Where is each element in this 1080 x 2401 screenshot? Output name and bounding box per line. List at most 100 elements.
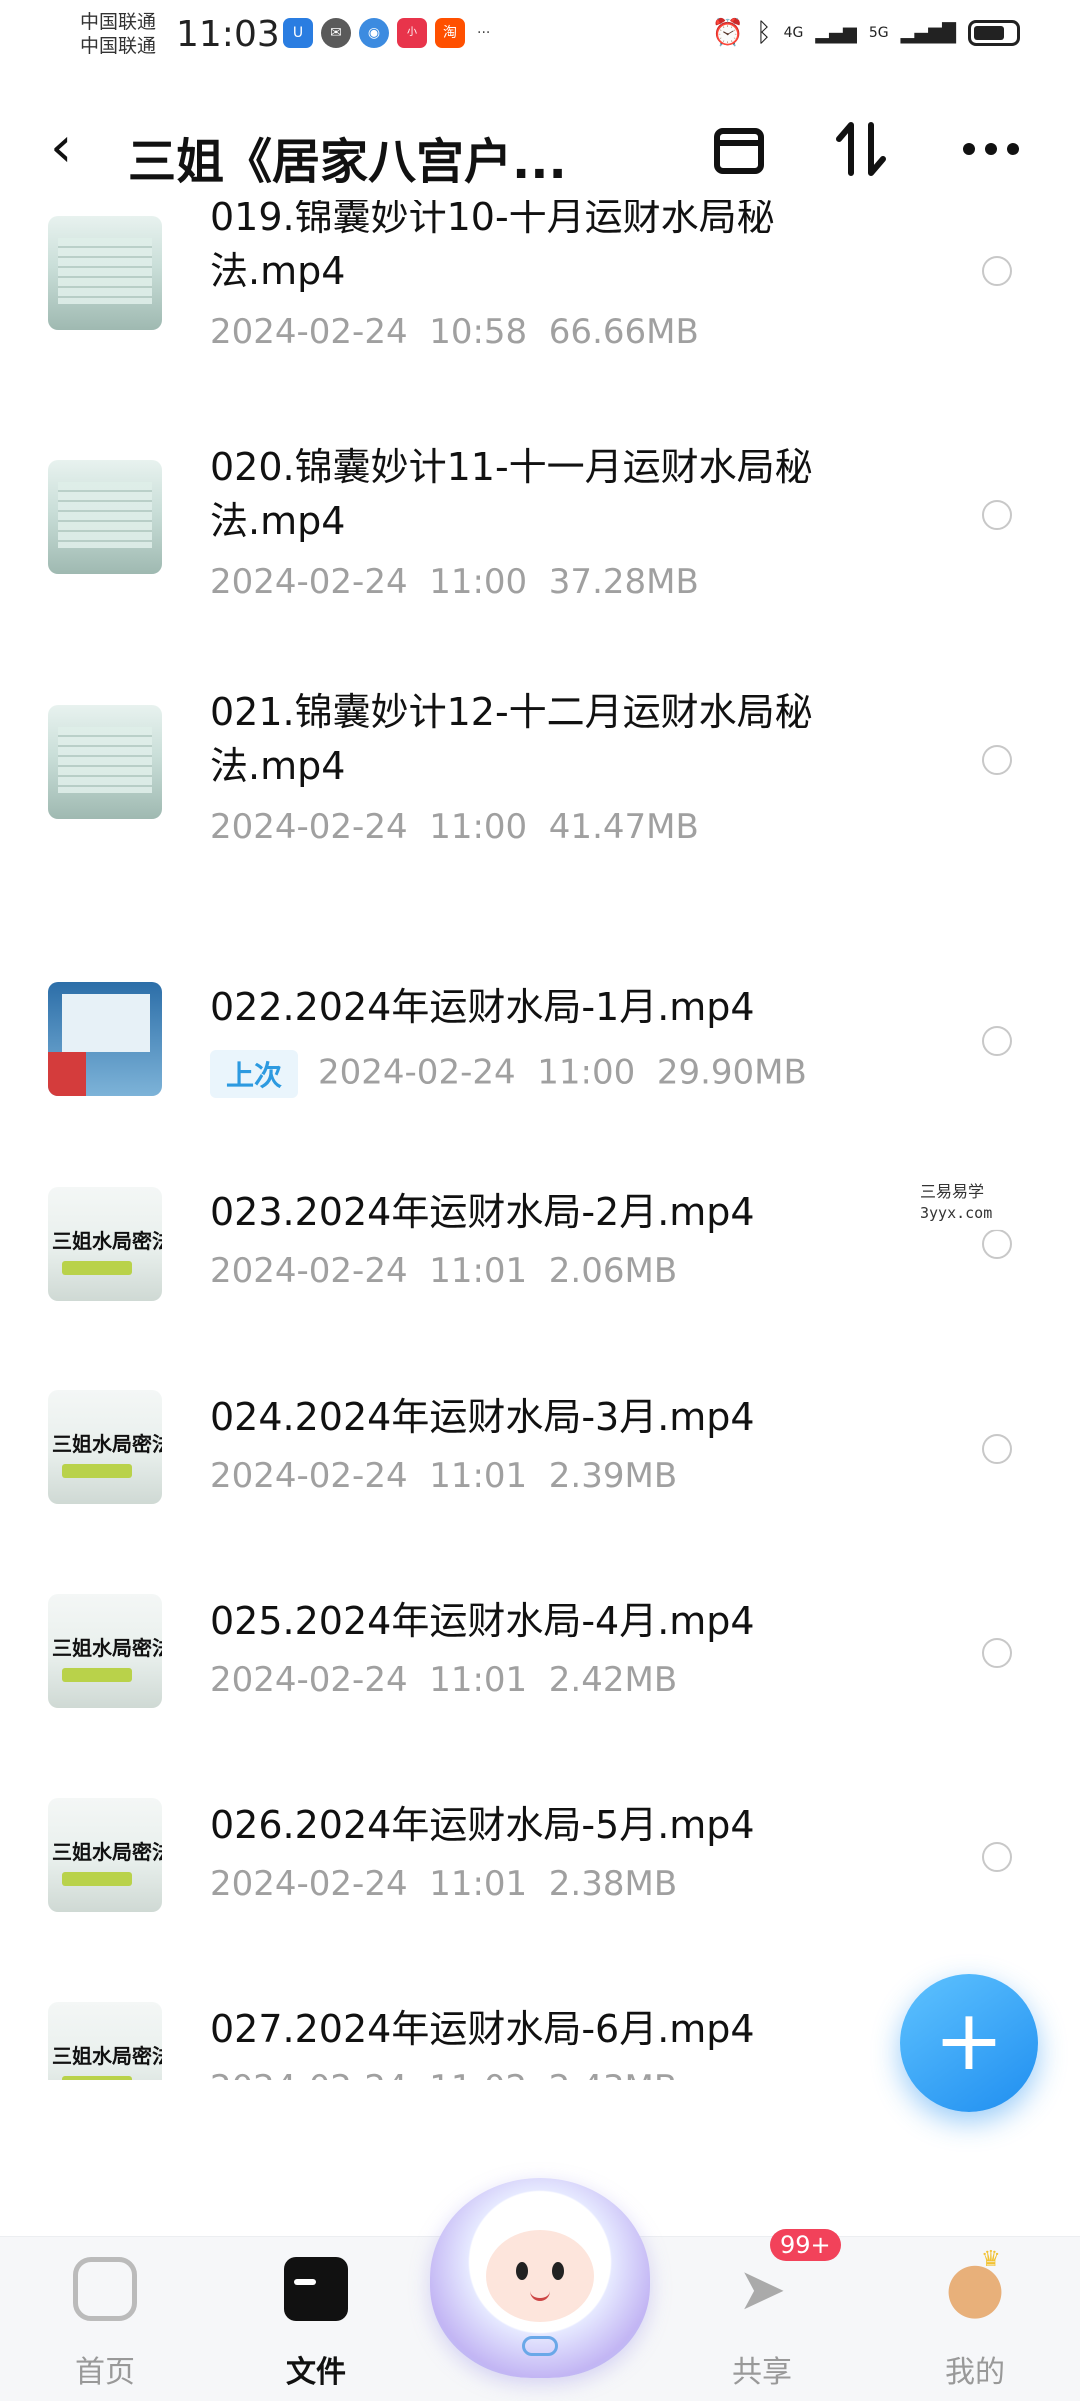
video-thumbnail: 三姐水局密法: [48, 1594, 162, 1708]
file-meta: 2024-02-24 11:01 2.42MB: [210, 1660, 678, 1700]
select-radio[interactable]: [982, 1434, 1012, 1464]
select-radio[interactable]: [982, 500, 1012, 530]
signal-icon-1: ▂▄▆: [815, 22, 857, 44]
thumbnail-tag: [62, 1261, 132, 1275]
list-item[interactable]: 020.锦囊妙计11-十一月运财水局秘 法.mp4 2024-02-24 11:…: [0, 440, 1080, 640]
file-name: 022.2024年运财水局-1月.mp4: [210, 985, 755, 1029]
thumbnail-tag: [62, 1872, 132, 1886]
watermark-url: 3yyx.com: [920, 1204, 993, 1222]
status-time: 11:03: [176, 14, 280, 55]
list-item[interactable]: 019.锦囊妙计10-十月运财水局秘 法.mp4 2024-02-24 10:5…: [0, 200, 1080, 400]
nav-share[interactable]: ➤ 99+ 共享: [692, 2229, 841, 2401]
more-dots-icon: [963, 143, 1019, 155]
folder-title: 三姐《居家八宫户...: [128, 134, 567, 190]
wechat-icon: ✉: [321, 18, 351, 48]
list-item[interactable]: 022.2024年运财水局-1月.mp4 上次 2024-02-24 11:00 …: [0, 930, 1080, 1130]
nav-home[interactable]: 首页: [35, 2237, 175, 2401]
thumbnail-tag: [62, 1668, 132, 1682]
file-meta: 2024-02-24 11:01 2.06MB: [210, 1251, 678, 1291]
header-bar: ‹ 三姐《居家八宫户...: [0, 100, 1080, 200]
thumbnail-title: 三姐水局密法: [52, 2044, 162, 2068]
cloud-logo-icon: [522, 2336, 558, 2356]
video-thumbnail: 三姐水局密法: [48, 1798, 162, 1912]
file-name: 021.锦囊妙计12-十二月运财水局秘 法.mp4: [210, 685, 970, 793]
select-radio[interactable]: [982, 1842, 1012, 1872]
status-bar: 中国联通 中国联通 11:03 U ✉ ◉ 小 淘 ··· ⏰ ᛒ 4G ▂▄▆…: [0, 0, 1080, 70]
nav-mine[interactable]: ♛ 我的: [905, 2237, 1045, 2401]
file-name: 027.2024年运财水局-6月.mp4: [210, 2007, 755, 2051]
u-icon: U: [283, 18, 313, 48]
file-meta: 2024-02-24 11:00 41.47MB: [210, 807, 699, 847]
home-icon: [73, 2257, 137, 2321]
mascot-eye: [552, 2262, 564, 2280]
browser-icon: ◉: [359, 18, 389, 48]
file-name: 019.锦囊妙计10-十月运财水局秘 法.mp4: [210, 200, 970, 298]
select-radio[interactable]: [982, 1229, 1012, 1259]
signal-5g-label: 5G: [868, 25, 889, 41]
thumbnail-tag: [62, 1464, 132, 1478]
file-meta: 2024-02-24 11:01 2.39MB: [210, 1456, 678, 1496]
file-name-line: 020.锦囊妙计11-十一月运财水局秘: [210, 445, 813, 489]
file-name-line: 法.mp4: [210, 744, 346, 788]
signal-4g-label: 4G: [783, 25, 804, 41]
folder-icon: [284, 2257, 348, 2321]
file-name: 026.2024年运财水局-5月.mp4: [210, 1803, 755, 1847]
nav-mine-label: 我的: [945, 2355, 1005, 2390]
nav-files-label: 文件: [286, 2355, 346, 2390]
video-thumbnail: 三姐水局密法: [48, 1187, 162, 1301]
system-icons: ⏰ ᛒ 4G ▂▄▆ 5G ▂▄▆█: [712, 18, 1020, 48]
select-radio[interactable]: [982, 1638, 1012, 1668]
file-name-line: 019.锦囊妙计10-十月运财水局秘: [210, 200, 775, 239]
list-item[interactable]: 三姐水局密法 026.2024年运财水局-5月.mp4 2024-02-24 1…: [0, 1748, 1080, 1948]
thumbnail-title: 三姐水局密法: [52, 1840, 162, 1864]
sort-button[interactable]: [828, 114, 898, 184]
file-meta: 上次 2024-02-24 11:00 29.90MB: [210, 1050, 807, 1098]
video-thumbnail: [48, 216, 162, 330]
select-mode-button[interactable]: [704, 114, 774, 184]
file-name: 024.2024年运财水局-3月.mp4: [210, 1395, 755, 1439]
add-button[interactable]: +: [900, 1974, 1038, 2112]
notification-icons: U ✉ ◉ 小 淘 ···: [283, 18, 490, 48]
file-meta: 2024-02-24 11:02 2.43MB: [210, 2068, 677, 2080]
more-menu-button[interactable]: [956, 114, 1026, 184]
signal-icon-2: ▂▄▆█: [900, 22, 956, 44]
list-item[interactable]: 三姐水局密法 025.2024年运财水局-4月.mp4 2024-02-24 1…: [0, 1544, 1080, 1744]
bluetooth-icon: ᛒ: [755, 18, 772, 48]
video-thumbnail: [48, 982, 162, 1096]
battery-icon: [968, 20, 1020, 46]
mascot-face: [486, 2230, 594, 2322]
select-radio[interactable]: [982, 1026, 1012, 1056]
carrier-1: 中国联通: [80, 11, 157, 33]
file-meta-text: 2024-02-24 11:00 29.90MB: [318, 1052, 807, 1093]
nav-share-label: 共享: [732, 2355, 792, 2390]
nav-files[interactable]: 文件: [246, 2237, 386, 2401]
file-name-line: 021.锦囊妙计12-十二月运财水局秘: [210, 690, 813, 734]
video-thumbnail: [48, 460, 162, 574]
video-thumbnail: 三姐水局密法: [48, 2002, 162, 2080]
back-arrow-icon[interactable]: ‹: [50, 120, 72, 176]
list-item[interactable]: 三姐水局密法 024.2024年运财水局-3月.mp4 2024-02-24 1…: [0, 1340, 1080, 1540]
video-thumbnail: 三姐水局密法: [48, 1390, 162, 1504]
carrier-2: 中国联通: [80, 35, 157, 57]
file-meta: 2024-02-24 10:58 66.66MB: [210, 312, 699, 352]
sort-icon: [836, 122, 886, 176]
crown-icon: ♛: [981, 2247, 1001, 2272]
watermark-text: 三易易学: [920, 1182, 985, 1201]
file-name: 025.2024年运财水局-4月.mp4: [210, 1599, 755, 1643]
thumbnail-title: 三姐水局密法: [52, 1432, 162, 1456]
more-notifications-icon: ···: [477, 25, 491, 41]
select-radio[interactable]: [982, 745, 1012, 775]
watermark: 三易易学 3yyx.com: [824, 1170, 1040, 1230]
list-item[interactable]: 021.锦囊妙计12-十二月运财水局秘 法.mp4 2024-02-24 11:…: [0, 685, 1080, 885]
nav-home-label: 首页: [75, 2355, 135, 2390]
file-name: 020.锦囊妙计11-十一月运财水局秘 法.mp4: [210, 440, 970, 548]
thumbnail-title: 三姐水局密法: [52, 1229, 162, 1253]
assistant-mascot-button[interactable]: [430, 2178, 650, 2378]
file-meta: 2024-02-24 11:01 2.38MB: [210, 1864, 678, 1904]
thumbnail-tag: [62, 2076, 132, 2080]
select-radio[interactable]: [982, 256, 1012, 286]
mascot-eye: [516, 2262, 528, 2280]
list-item[interactable]: 三姐水局密法 023.2024年运财水局-2月.mp4 2024-02-24 1…: [0, 1135, 1080, 1335]
file-name-line: 法.mp4: [210, 499, 346, 543]
carrier-info: 中国联通 中国联通: [80, 10, 156, 58]
